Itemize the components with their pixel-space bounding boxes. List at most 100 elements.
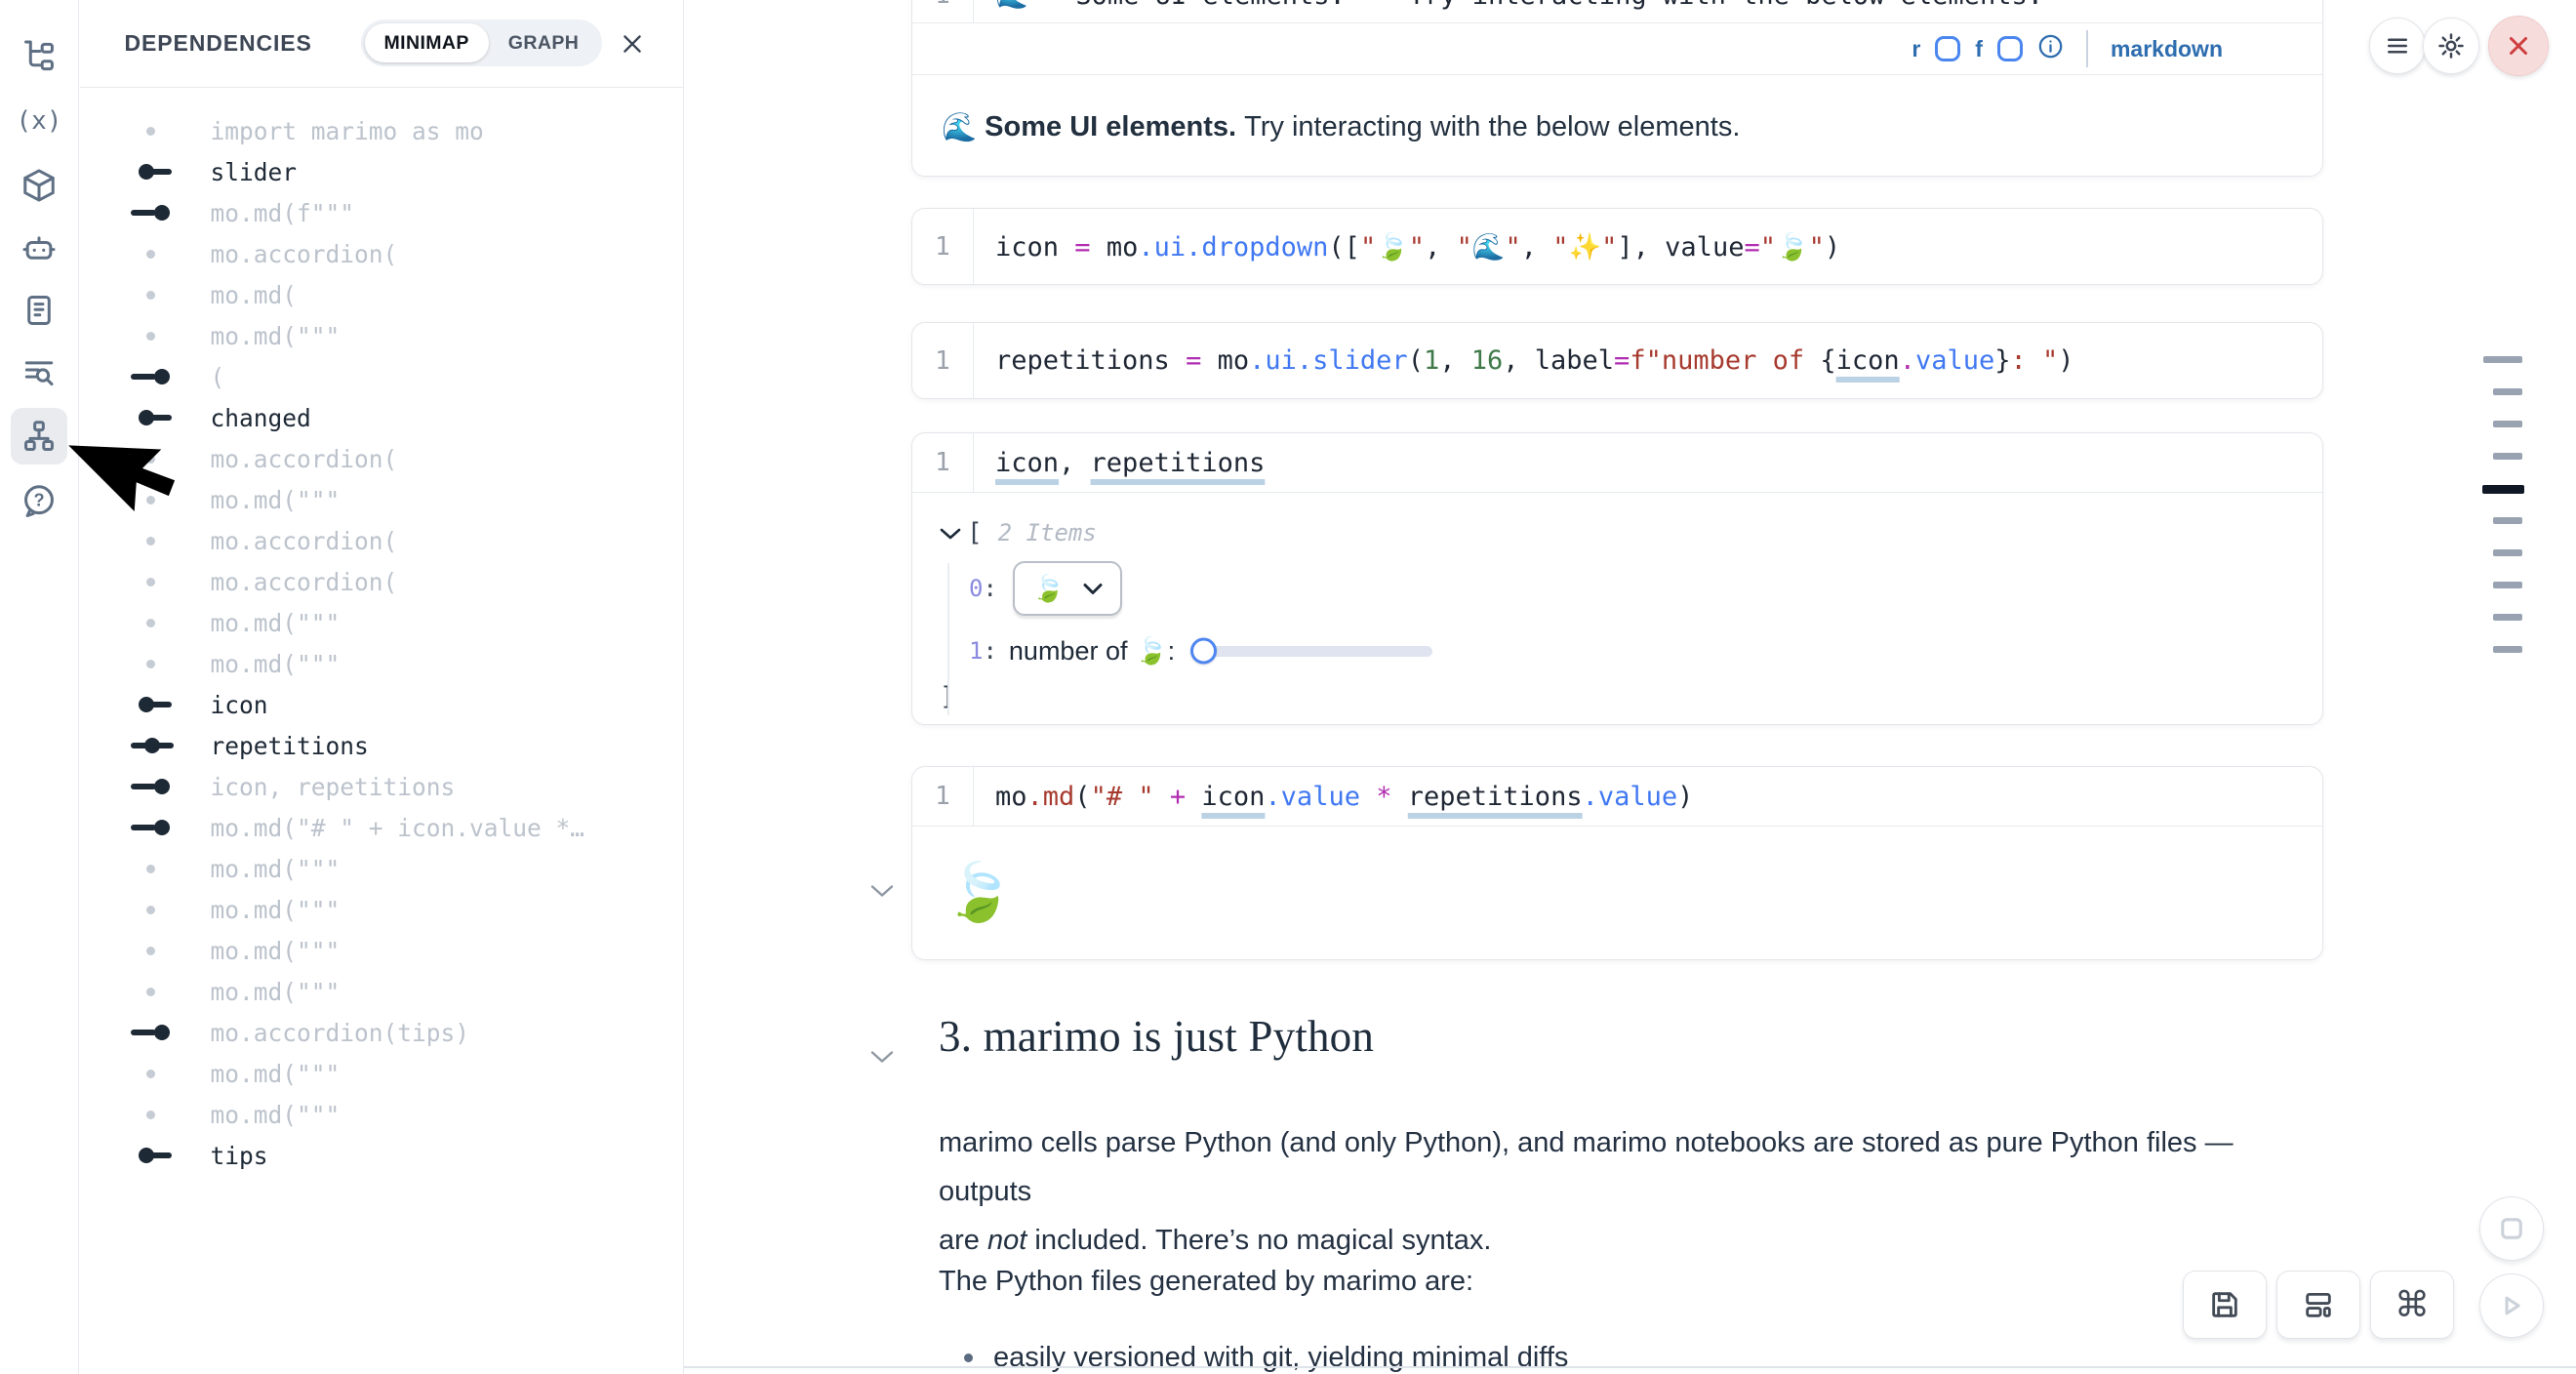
dependency-item[interactable]: changed bbox=[80, 397, 684, 438]
dependency-item-label: changed bbox=[211, 404, 311, 432]
dependency-item[interactable]: icon, repetitions bbox=[80, 766, 684, 807]
cell-md-repeat: 1 mo.md("# " + icon.value * repetitions.… bbox=[911, 766, 2323, 960]
file-tree-icon[interactable] bbox=[11, 28, 67, 85]
code-editor[interactable]: 1 🌊 **Some UI elements.** Try interactin… bbox=[912, 0, 2322, 23]
collapse-output-button[interactable] bbox=[867, 876, 897, 906]
dependency-marker-use-icon bbox=[131, 192, 185, 233]
dependency-item[interactable]: mo.accordion( bbox=[80, 520, 684, 561]
dependency-graph-icon[interactable] bbox=[11, 408, 67, 465]
code-line[interactable]: repetitions = mo.ui.slider(1, 16, label=… bbox=[974, 345, 2074, 376]
dependency-item[interactable]: ( bbox=[80, 356, 684, 397]
dependency-item-label: icon bbox=[211, 691, 268, 719]
format-toggle-label: f bbox=[1975, 36, 1983, 62]
info-icon[interactable] bbox=[2037, 33, 2064, 64]
minimap-cell-bar[interactable] bbox=[2493, 517, 2522, 524]
svg-text:?: ? bbox=[33, 491, 44, 510]
minimap-cell-bar[interactable] bbox=[2483, 356, 2522, 363]
minimap-cell-bar[interactable] bbox=[2482, 485, 2524, 494]
logs-search-icon[interactable] bbox=[11, 345, 67, 402]
variables-icon[interactable]: (x) bbox=[11, 93, 67, 149]
collapse-section-button[interactable] bbox=[867, 1042, 897, 1071]
dependency-item[interactable]: mo.md(f""" bbox=[80, 192, 684, 233]
dependency-marker-dot-icon bbox=[131, 520, 185, 561]
language-label[interactable]: markdown bbox=[2111, 36, 2223, 62]
dependency-item[interactable]: mo.md(""" bbox=[80, 315, 684, 356]
code-editor[interactable]: 1 icon = mo.ui.dropdown(["🍃", "🌊", "✨"],… bbox=[912, 209, 2322, 284]
dependency-item[interactable]: mo.md(""" bbox=[80, 1094, 684, 1135]
dependency-item[interactable]: icon bbox=[80, 684, 684, 725]
format-checkbox[interactable] bbox=[1997, 36, 2023, 61]
code-line[interactable]: icon = mo.ui.dropdown(["🍃", "🌊", "✨"], v… bbox=[974, 231, 1840, 263]
dependency-item-label: mo.md(""" bbox=[211, 855, 341, 883]
dependency-item-label: mo.md(f""" bbox=[211, 199, 355, 227]
documentation-icon[interactable] bbox=[11, 282, 67, 339]
minimap-cell-bar[interactable] bbox=[2493, 453, 2522, 460]
help-icon[interactable]: ? bbox=[11, 472, 67, 529]
dependency-marker-both-icon bbox=[131, 725, 185, 766]
code-line[interactable]: mo.md("# " + icon.value * repetitions.va… bbox=[974, 782, 1693, 812]
list-item: easily versioned with git, yielding mini… bbox=[964, 1337, 1568, 1374]
tab-graph[interactable]: GRAPH bbox=[489, 23, 598, 62]
line-number: 1 bbox=[912, 767, 974, 826]
slider-handle[interactable] bbox=[1190, 638, 1217, 665]
run-checkbox[interactable] bbox=[1935, 36, 1960, 61]
dependency-item[interactable]: mo.md(""" bbox=[80, 889, 684, 930]
dependency-item[interactable]: mo.md( bbox=[80, 274, 684, 315]
cell-dropdown-def: 1 icon = mo.ui.dropdown(["🍃", "🌊", "✨"],… bbox=[911, 208, 2323, 285]
dependency-item[interactable]: mo.accordion( bbox=[80, 233, 684, 274]
ai-assistant-icon[interactable] bbox=[11, 220, 67, 276]
close-panel-button[interactable] bbox=[617, 28, 648, 60]
dependency-item[interactable]: mo.md(""" bbox=[80, 930, 684, 971]
dependency-item[interactable]: mo.md("# " + icon.value *… bbox=[80, 807, 684, 848]
section-paragraph-2: The Python files generated by marimo are… bbox=[939, 1257, 2324, 1306]
dependency-item[interactable]: mo.md(""" bbox=[80, 1053, 684, 1094]
minimap-cell-bar[interactable] bbox=[2493, 646, 2522, 653]
dependency-item[interactable]: tips bbox=[80, 1135, 684, 1176]
code-line[interactable]: icon, repetitions bbox=[974, 448, 1265, 478]
dependency-item-label: mo.md("# " + icon.value *… bbox=[211, 814, 585, 842]
code-editor[interactable]: 1 repetitions = mo.ui.slider(1, 16, labe… bbox=[912, 323, 2322, 398]
close-icon bbox=[620, 31, 645, 57]
code-editor[interactable]: 1 mo.md("# " + icon.value * repetitions.… bbox=[912, 767, 2322, 827]
dependency-item-label: mo.accordion( bbox=[211, 568, 398, 596]
dependency-item[interactable]: mo.md(""" bbox=[80, 479, 684, 520]
dependency-item-label: mo.accordion(tips) bbox=[211, 1019, 470, 1047]
dependency-item[interactable]: mo.md(""" bbox=[80, 602, 684, 643]
dependency-item-label: mo.md(""" bbox=[211, 609, 341, 637]
minimap-cell-bar[interactable] bbox=[2493, 421, 2522, 427]
minimap-cell-bar[interactable] bbox=[2493, 614, 2522, 621]
minimap-cell-bar[interactable] bbox=[2493, 582, 2522, 588]
play-icon bbox=[2495, 1289, 2528, 1322]
code-editor[interactable]: 1 icon, repetitions bbox=[912, 433, 2322, 493]
line-number: 1 bbox=[912, 433, 974, 492]
notebook-menu-button[interactable] bbox=[2369, 18, 2426, 74]
dependency-marker-def-icon bbox=[131, 684, 185, 725]
shutdown-button[interactable] bbox=[2488, 16, 2549, 76]
dependency-item[interactable]: slider bbox=[80, 151, 684, 192]
dependency-item[interactable]: mo.accordion(tips) bbox=[80, 1012, 684, 1053]
dependency-item[interactable]: import marimo as mo bbox=[80, 110, 684, 151]
settings-button[interactable] bbox=[2423, 18, 2479, 74]
packages-icon[interactable] bbox=[11, 157, 67, 214]
minimap-cell-bar[interactable] bbox=[2493, 549, 2522, 556]
run-all-button[interactable] bbox=[2479, 1273, 2544, 1338]
stop-button[interactable] bbox=[2479, 1196, 2544, 1261]
dependency-item[interactable]: mo.accordion( bbox=[80, 561, 684, 602]
tab-minimap[interactable]: MINIMAP bbox=[365, 23, 489, 62]
dependency-item[interactable]: mo.md(""" bbox=[80, 971, 684, 1012]
slider-track[interactable] bbox=[1194, 646, 1432, 657]
keyboard-shortcuts-button[interactable]: ⌘ bbox=[2370, 1271, 2454, 1339]
layout-button[interactable] bbox=[2276, 1271, 2360, 1339]
code-line[interactable]: 🌊 **Some UI elements.** Try interacting … bbox=[974, 0, 2043, 11]
dependency-item[interactable]: mo.accordion( bbox=[80, 438, 684, 479]
collapse-tree-icon[interactable] bbox=[940, 518, 961, 547]
dependency-item[interactable]: mo.md(""" bbox=[80, 643, 684, 684]
minimap-cell-bar[interactable] bbox=[2493, 388, 2522, 395]
dependency-item[interactable]: mo.md(""" bbox=[80, 848, 684, 889]
dropdown-select[interactable]: 🍃 bbox=[1013, 561, 1122, 616]
dependency-item[interactable]: repetitions bbox=[80, 725, 684, 766]
section-paragraph-1: marimo cells parse Python (and only Pyth… bbox=[939, 1118, 2324, 1265]
dependency-item-label: tips bbox=[211, 1142, 268, 1170]
save-button[interactable] bbox=[2183, 1271, 2267, 1339]
bracket-close: ] bbox=[940, 682, 2322, 711]
